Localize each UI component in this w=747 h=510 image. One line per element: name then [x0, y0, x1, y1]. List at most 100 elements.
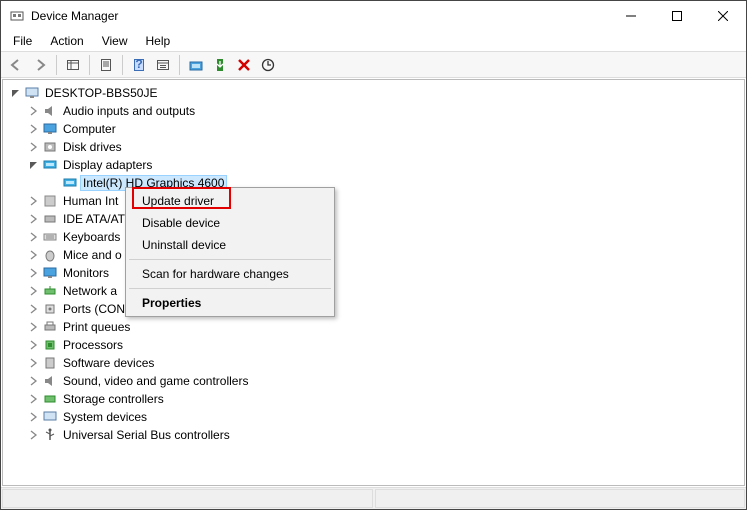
usb-icon	[41, 428, 59, 442]
tree-node-ports[interactable]: Ports (CON	[3, 300, 744, 318]
tree-node-storage[interactable]: Storage controllers	[3, 390, 744, 408]
tree-node-printq[interactable]: Print queues	[3, 318, 744, 336]
monitor-icon	[41, 266, 59, 280]
cpu-icon	[41, 338, 59, 352]
tree-node-computer[interactable]: Computer	[3, 120, 744, 138]
node-label: Storage controllers	[61, 392, 166, 406]
computer-icon	[23, 86, 41, 100]
forward-button[interactable]	[29, 54, 51, 76]
node-label: IDE ATA/AT	[61, 212, 127, 226]
tree-node-keyboards[interactable]: Keyboards	[3, 228, 744, 246]
tree-node-hid[interactable]: Human Int	[3, 192, 744, 210]
node-label: Processors	[61, 338, 125, 352]
statusbar-cell	[375, 489, 746, 508]
chevron-right-icon[interactable]	[27, 322, 41, 332]
context-disable-device[interactable]: Disable device	[128, 212, 332, 234]
separator	[89, 55, 90, 75]
node-label: Print queues	[61, 320, 132, 334]
tree-node-audio[interactable]: Audio inputs and outputs	[3, 102, 744, 120]
context-properties[interactable]: Properties	[128, 292, 332, 314]
menu-view[interactable]: View	[94, 32, 136, 50]
tree-root-label: DESKTOP-BBS50JE	[43, 86, 160, 100]
tree-node-processors[interactable]: Processors	[3, 336, 744, 354]
back-button[interactable]	[5, 54, 27, 76]
window-title: Device Manager	[31, 9, 608, 23]
chevron-right-icon[interactable]	[27, 250, 41, 260]
minimize-button[interactable]	[608, 1, 654, 31]
app-icon	[9, 8, 25, 24]
tree-node-ide[interactable]: IDE ATA/AT	[3, 210, 744, 228]
properties-button[interactable]	[95, 54, 117, 76]
separator	[179, 55, 180, 75]
chevron-right-icon[interactable]	[27, 232, 41, 242]
chevron-right-icon[interactable]	[27, 196, 41, 206]
disk-icon	[41, 140, 59, 154]
chevron-down-icon[interactable]	[27, 160, 41, 170]
separator	[129, 288, 331, 289]
speaker-icon	[41, 374, 59, 388]
ide-icon	[41, 212, 59, 226]
tree-node-mice[interactable]: Mice and o	[3, 246, 744, 264]
chevron-right-icon[interactable]	[27, 358, 41, 368]
separator	[56, 55, 57, 75]
chevron-right-icon[interactable]	[27, 412, 41, 422]
node-label: Mice and o	[61, 248, 124, 262]
chevron-down-icon[interactable]	[9, 88, 23, 98]
chevron-right-icon[interactable]	[27, 142, 41, 152]
enable-device-button[interactable]	[209, 54, 231, 76]
maximize-button[interactable]	[654, 1, 700, 31]
context-uninstall-device[interactable]: Uninstall device	[128, 234, 332, 256]
system-icon	[41, 410, 59, 424]
tree-node-system[interactable]: System devices	[3, 408, 744, 426]
uninstall-device-button[interactable]	[233, 54, 255, 76]
keyboard-icon	[41, 230, 59, 244]
chevron-right-icon[interactable]	[27, 286, 41, 296]
chevron-right-icon[interactable]	[27, 304, 41, 314]
node-label: Monitors	[61, 266, 111, 280]
context-update-driver[interactable]: Update driver	[128, 190, 332, 212]
network-icon	[41, 284, 59, 298]
display-adapter-icon	[61, 176, 79, 190]
tree-node-network[interactable]: Network a	[3, 282, 744, 300]
tree-node-monitors[interactable]: Monitors	[3, 264, 744, 282]
chevron-right-icon[interactable]	[27, 124, 41, 134]
node-label: Ports (CON	[61, 302, 127, 316]
help-button[interactable]: ?	[128, 54, 150, 76]
show-hide-tree-button[interactable]	[62, 54, 84, 76]
chevron-right-icon[interactable]	[27, 394, 41, 404]
update-driver-button[interactable]	[185, 54, 207, 76]
svg-text:?: ?	[135, 58, 142, 71]
storage-icon	[41, 392, 59, 406]
statusbar	[1, 487, 746, 509]
menu-file[interactable]: File	[5, 32, 40, 50]
menu-action[interactable]: Action	[42, 32, 91, 50]
chevron-right-icon[interactable]	[27, 430, 41, 440]
action-button[interactable]	[152, 54, 174, 76]
chevron-right-icon[interactable]	[27, 214, 41, 224]
chevron-right-icon[interactable]	[27, 106, 41, 116]
tree-node-disk[interactable]: Disk drives	[3, 138, 744, 156]
tree-pane[interactable]: DESKTOP-BBS50JE Audio inputs and outputs…	[2, 79, 745, 486]
node-label: Display adapters	[61, 158, 154, 172]
tree-node-gpu[interactable]: Intel(R) HD Graphics 4600	[3, 174, 744, 192]
node-label: System devices	[61, 410, 149, 424]
tree-root[interactable]: DESKTOP-BBS50JE	[3, 84, 744, 102]
titlebar: Device Manager	[1, 1, 746, 31]
close-button[interactable]	[700, 1, 746, 31]
menu-help[interactable]: Help	[138, 32, 179, 50]
chevron-right-icon[interactable]	[27, 268, 41, 278]
mouse-icon	[41, 248, 59, 262]
monitor-icon	[41, 122, 59, 136]
tree-node-sound[interactable]: Sound, video and game controllers	[3, 372, 744, 390]
node-label: Sound, video and game controllers	[61, 374, 250, 388]
tree-node-usb[interactable]: Universal Serial Bus controllers	[3, 426, 744, 444]
scan-hardware-button[interactable]	[257, 54, 279, 76]
chevron-right-icon[interactable]	[27, 340, 41, 350]
chevron-right-icon[interactable]	[27, 376, 41, 386]
context-scan-hardware[interactable]: Scan for hardware changes	[128, 263, 332, 285]
tree-node-software[interactable]: Software devices	[3, 354, 744, 372]
separator	[122, 55, 123, 75]
device-manager-window: Device Manager File Action View Help ?	[0, 0, 747, 510]
tree-node-display[interactable]: Display adapters	[3, 156, 744, 174]
node-label: Human Int	[61, 194, 120, 208]
